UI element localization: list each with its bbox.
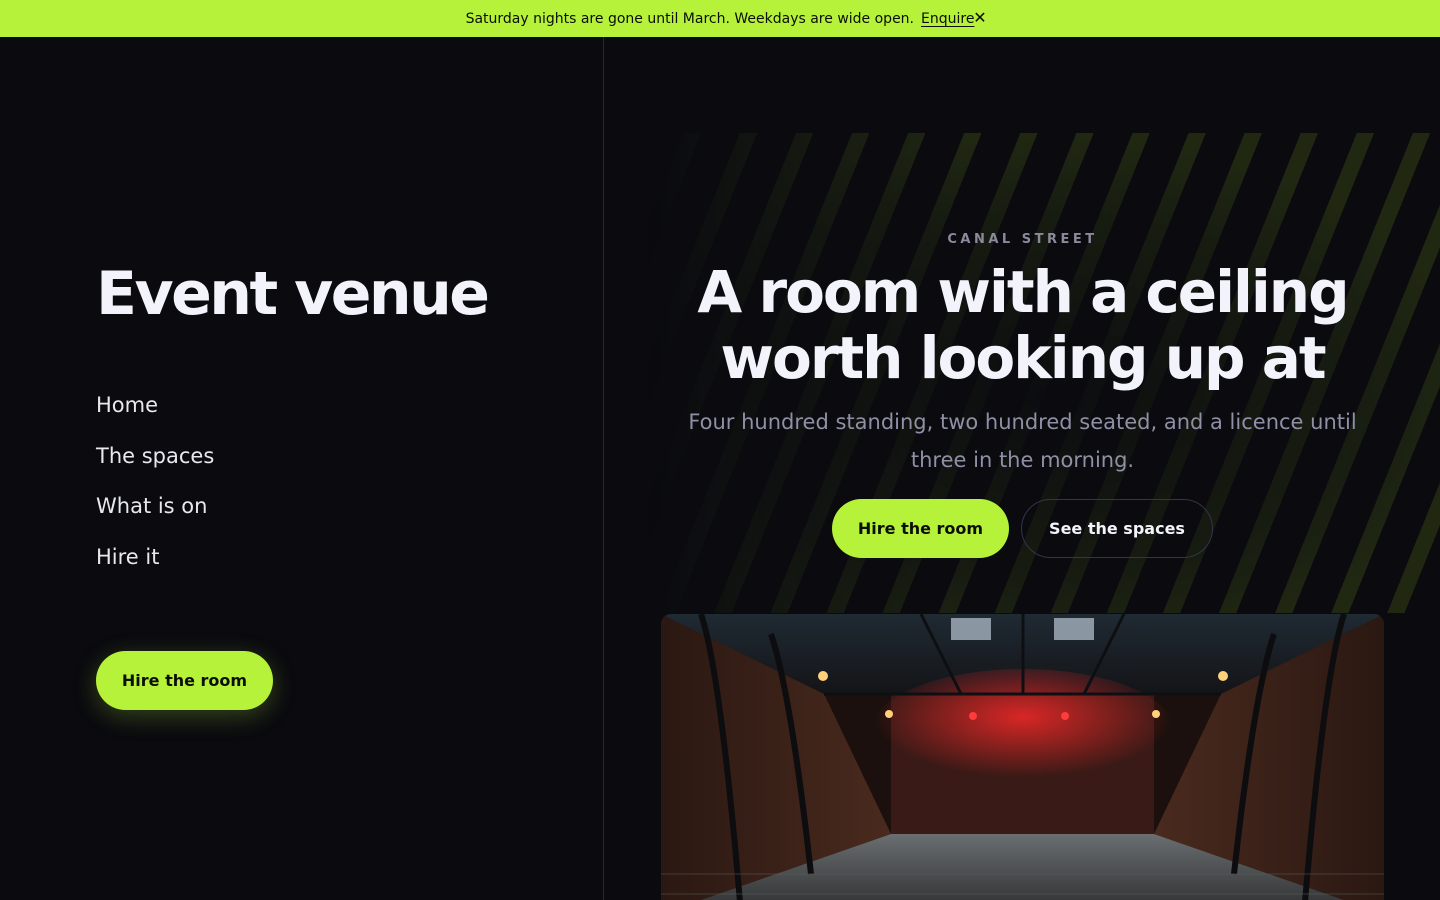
sidebar-hire-button[interactable]: Hire the room bbox=[96, 651, 273, 710]
see-spaces-button[interactable]: See the spaces bbox=[1021, 499, 1213, 558]
announcement-banner: Saturday nights are gone until March. We… bbox=[0, 0, 1440, 37]
nav-item-what-is-on[interactable]: What is on bbox=[96, 488, 214, 539]
hero-eyebrow: CANAL STREET bbox=[947, 232, 1098, 247]
nav-item-home[interactable]: Home bbox=[96, 387, 214, 438]
enquire-link[interactable]: Enquire bbox=[921, 11, 974, 27]
venue-hall-illustration bbox=[661, 614, 1384, 900]
hero-section: CANAL STREET A room with a ceiling worth… bbox=[605, 37, 1440, 900]
hero-subheading: Four hundred standing, two hundred seate… bbox=[688, 410, 1357, 472]
brand-title[interactable]: Event venue bbox=[96, 259, 490, 329]
hero-headline: A room with a ceiling worth looking up a… bbox=[697, 258, 1349, 392]
banner-message: Saturday nights are gone until March. We… bbox=[465, 10, 914, 27]
hire-room-button[interactable]: Hire the room bbox=[832, 499, 1009, 558]
main-nav: Home The spaces What is on Hire it bbox=[96, 387, 214, 589]
nav-item-the-spaces[interactable]: The spaces bbox=[96, 438, 214, 489]
venue-hall-photo bbox=[661, 614, 1384, 900]
close-icon[interactable]: ✕ bbox=[971, 9, 989, 27]
sidebar: Event venue Home The spaces What is on H… bbox=[0, 37, 604, 900]
nav-item-hire-it[interactable]: Hire it bbox=[96, 539, 214, 590]
